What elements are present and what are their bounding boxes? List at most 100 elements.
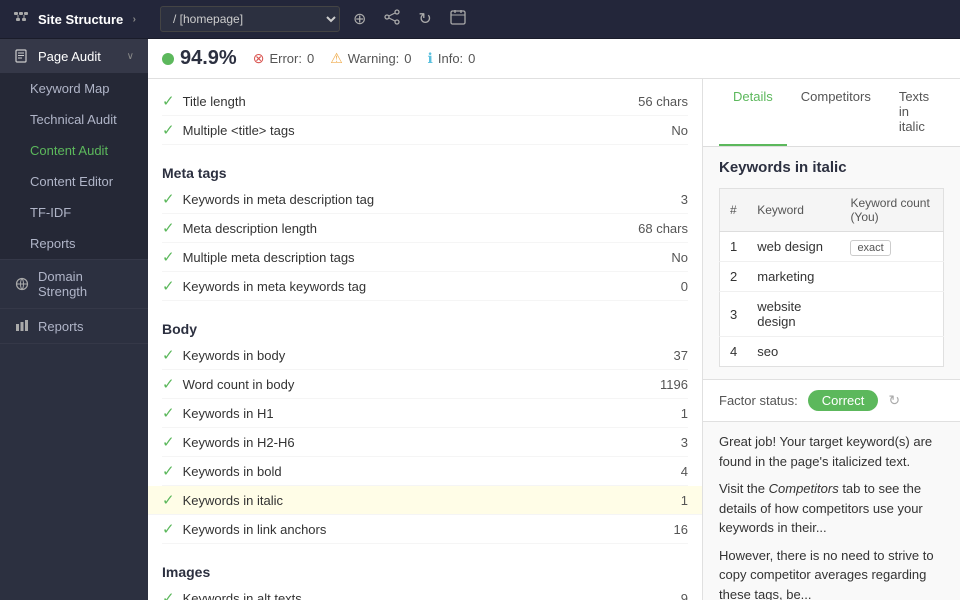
warning-value: 0 (404, 51, 411, 66)
row-label: Multiple <title> tags (183, 123, 672, 138)
error-value: 0 (307, 51, 314, 66)
row-label: Keywords in link anchors (183, 522, 674, 537)
detail-tabs: Details Competitors Texts in italic (703, 79, 960, 147)
row-num: 4 (720, 337, 748, 367)
share-button[interactable] (379, 7, 405, 32)
table-row: ✓ Keywords in alt texts 9 (162, 584, 688, 600)
check-icon: ✓ (162, 462, 175, 480)
domain-strength-section: Domain Strength (0, 260, 148, 309)
row-label: Word count in body (183, 377, 660, 392)
check-icon: ✓ (162, 491, 175, 509)
table-row: 4 seo (720, 337, 944, 367)
check-icon: ✓ (162, 219, 175, 237)
desc-p2: Visit the Competitors tab to see the det… (719, 479, 944, 538)
table-row: ✓ Keywords in H1 1 (162, 399, 688, 428)
sidebar-item-page-audit[interactable]: Page Audit ∨ (0, 39, 148, 73)
warning-label: Warning: (348, 51, 400, 66)
row-label: Keywords in H2-H6 (183, 435, 681, 450)
sidebar-item-content-editor[interactable]: Content Editor (0, 166, 148, 197)
sidebar-item-tf-idf[interactable]: TF-IDF (0, 197, 148, 228)
row-label: Keywords in meta description tag (183, 192, 681, 207)
topbar: / [homepage] ⊕ ↻ (148, 0, 960, 39)
table-row: ✓ Meta description length 68 chars (162, 214, 688, 243)
row-label: Keywords in alt texts (183, 591, 681, 600)
factor-refresh-icon[interactable]: ↻ (888, 392, 900, 409)
score-value: 94.9% (180, 47, 237, 70)
check-icon: ✓ (162, 589, 175, 600)
sidebar-item-reports[interactable]: Reports (0, 309, 148, 343)
add-button[interactable]: ⊕ (348, 7, 371, 31)
table-row-highlighted[interactable]: ✓ Keywords in italic 1 (148, 486, 702, 515)
sidebar-chevron-icon: › (133, 14, 136, 25)
error-status: ⊗ Error: 0 (253, 50, 314, 67)
check-icon: ✓ (162, 121, 175, 139)
table-row: ✓ Keywords in meta keywords tag 0 (162, 272, 688, 301)
row-value: 1196 (660, 377, 688, 392)
check-icon: ✓ (162, 520, 175, 538)
reports-icon (14, 318, 30, 334)
tab-texts-in-italic[interactable]: Texts in italic (885, 79, 944, 146)
row-label: Keywords in H1 (183, 406, 681, 421)
table-row: ✓ Multiple meta description tags No (162, 243, 688, 272)
sidebar-item-technical-audit[interactable]: Technical Audit (0, 104, 148, 135)
detail-content: Keywords in italic # Keyword Keyword cou… (703, 147, 960, 379)
domain-strength-icon (14, 276, 30, 292)
sidebar-item-keyword-map[interactable]: Keyword Map (0, 73, 148, 104)
error-label: Error: (269, 51, 302, 66)
row-count (840, 292, 943, 337)
warning-status: ⚠ Warning: 0 (330, 50, 411, 67)
sidebar-item-domain-strength[interactable]: Domain Strength (0, 260, 148, 308)
sidebar-item-content-audit[interactable]: Content Audit (0, 135, 148, 166)
site-structure-icon (12, 10, 30, 28)
table-row: ✓ Keywords in meta description tag 3 (162, 185, 688, 214)
refresh-button[interactable]: ↻ (413, 7, 436, 31)
body-section-title: Body (162, 313, 688, 341)
score-display: 94.9% (162, 47, 237, 70)
table-row: ✓ Word count in body 1196 (162, 370, 688, 399)
table-row: ✓ Keywords in link anchors 16 (162, 515, 688, 544)
reports-label: Reports (38, 319, 84, 334)
error-icon: ⊗ (253, 50, 265, 67)
sidebar-header[interactable]: Site Structure › (0, 0, 148, 39)
check-icon: ✓ (162, 277, 175, 295)
row-value: 68 chars (638, 221, 688, 236)
row-label: Title length (183, 94, 639, 109)
row-value: 37 (674, 348, 688, 363)
check-icon: ✓ (162, 433, 175, 451)
check-icon: ✓ (162, 248, 175, 266)
tab-competitors[interactable]: Competitors (787, 79, 885, 146)
sidebar-title: Site Structure (38, 12, 123, 27)
row-keyword: seo (747, 337, 840, 367)
left-panel: ✓ Title length 56 chars ✓ Multiple <titl… (148, 79, 703, 600)
calendar-button[interactable] (445, 7, 471, 32)
tab-details[interactable]: Details (719, 79, 787, 146)
col-count: Keyword count (You) (840, 189, 943, 232)
row-num: 2 (720, 262, 748, 292)
row-value: 16 (674, 522, 688, 537)
exact-badge: exact (850, 240, 890, 256)
row-value: 3 (681, 435, 688, 450)
body-section: Body ✓ Keywords in body 37 ✓ Word count … (148, 305, 702, 548)
row-label: Keywords in bold (183, 464, 681, 479)
col-keyword: Keyword (747, 189, 840, 232)
keywords-table: # Keyword Keyword count (You) 1 web desi… (719, 188, 944, 367)
top-rows: ✓ Title length 56 chars ✓ Multiple <titl… (148, 79, 702, 149)
page-audit-icon (14, 48, 30, 64)
url-select[interactable]: / [homepage] (160, 6, 340, 32)
row-num: 3 (720, 292, 748, 337)
row-label: Keywords in meta keywords tag (183, 279, 681, 294)
row-value: 4 (681, 464, 688, 479)
reports-section: Reports (0, 309, 148, 344)
desc-p3: However, there is no need to strive to c… (719, 546, 944, 600)
check-icon: ✓ (162, 375, 175, 393)
table-row: ✓ Keywords in bold 4 (162, 457, 688, 486)
row-value: 1 (681, 406, 688, 421)
row-label: Meta description length (183, 221, 639, 236)
sidebar-item-reports-sub[interactable]: Reports (0, 228, 148, 259)
meta-section-title: Meta tags (162, 157, 688, 185)
row-num: 1 (720, 232, 748, 262)
row-label: Multiple meta description tags (183, 250, 672, 265)
images-section: Images ✓ Keywords in alt texts 9 ✓ Empty… (148, 548, 702, 600)
images-section-title: Images (162, 556, 688, 584)
info-icon: ℹ (428, 50, 433, 67)
